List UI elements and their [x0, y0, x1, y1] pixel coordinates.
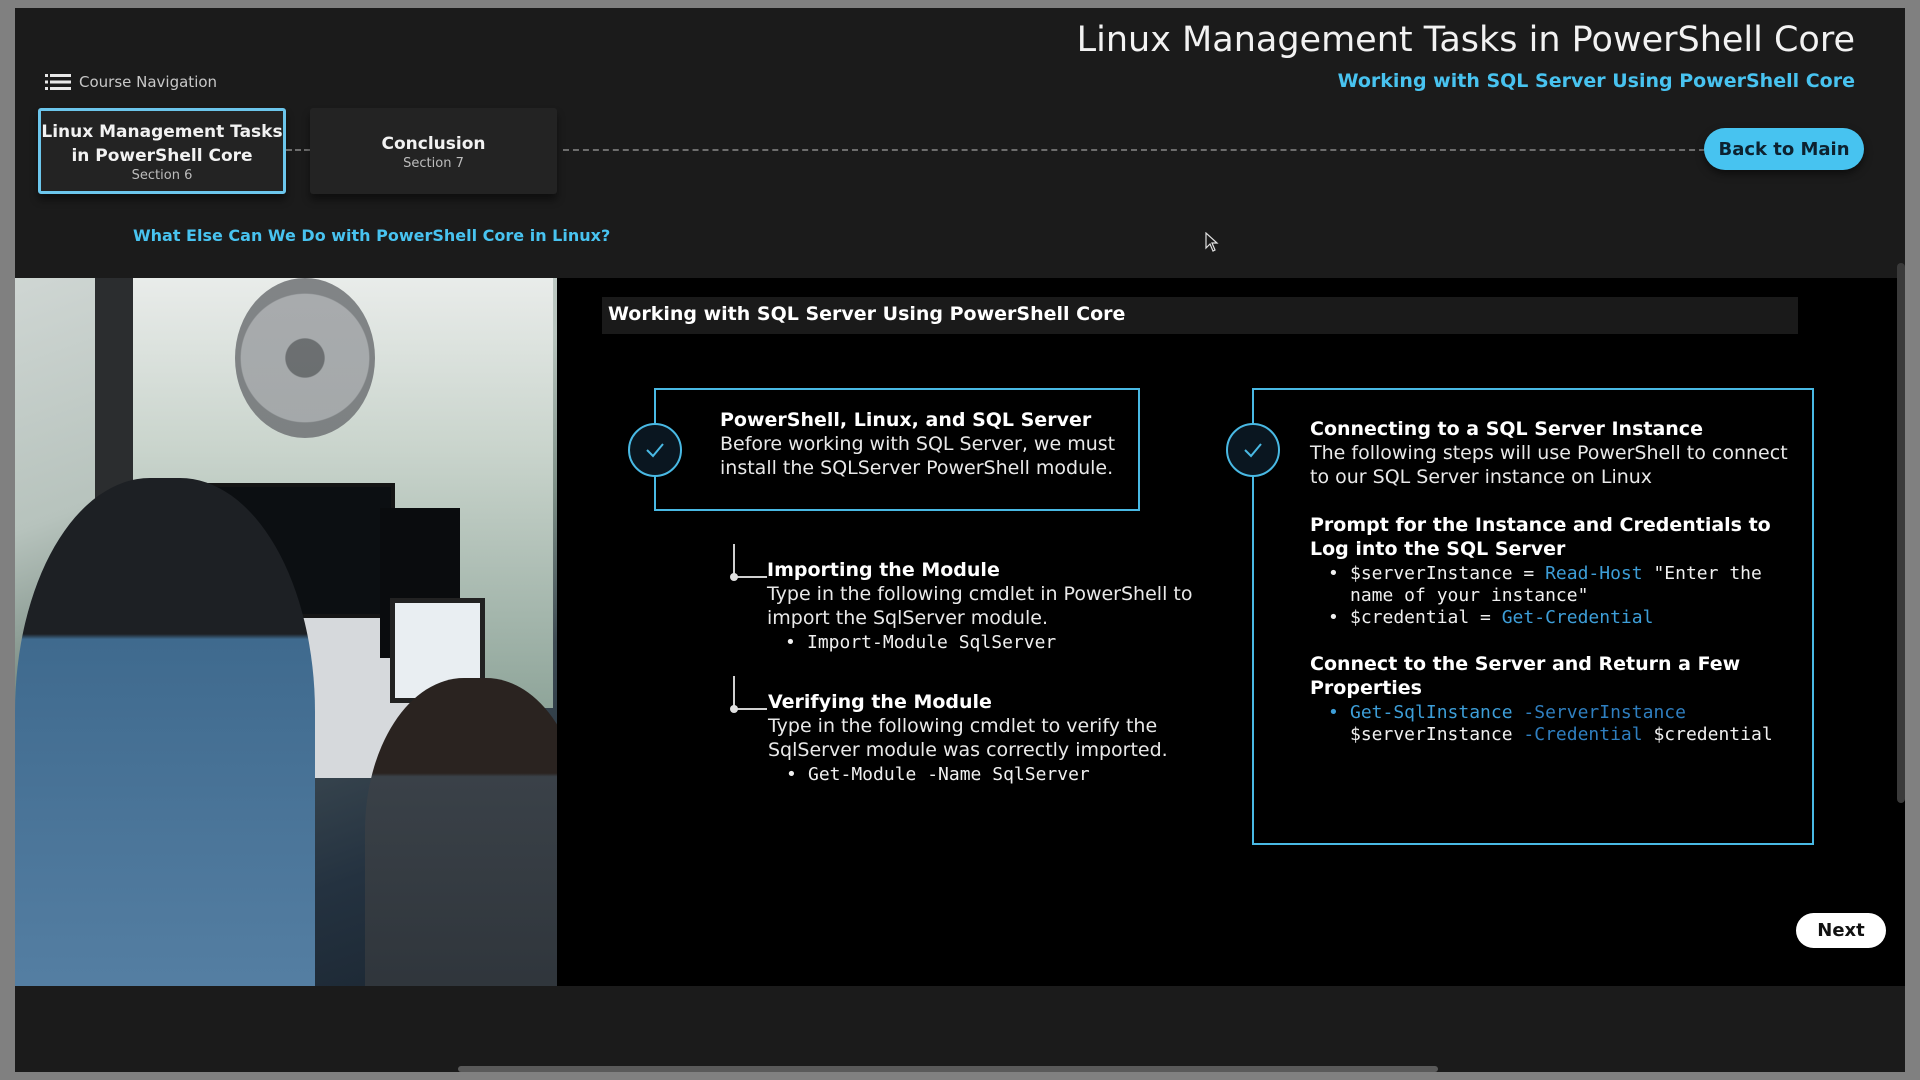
intro-text: PowerShell, Linux, and SQL Server Before…	[720, 408, 1120, 480]
step-code: Get-Module -Name SqlServer	[768, 764, 1208, 786]
connect-section: Connect to the Server and Return a Few P…	[1310, 652, 1800, 746]
horizontal-scrollbar[interactable]	[458, 1066, 1438, 1072]
step-importing: Importing the Module Type in the followi…	[767, 558, 1207, 654]
section-number: Section 7	[403, 155, 464, 171]
slide-title: Working with SQL Server Using PowerShell…	[602, 297, 1798, 334]
section-card-6[interactable]: Linux Management Tasks in PowerShell Cor…	[38, 108, 286, 194]
vertical-scrollbar[interactable]	[1897, 263, 1905, 803]
step-code: Import-Module SqlServer	[767, 632, 1207, 654]
section-card-7[interactable]: Conclusion Section 7	[310, 108, 557, 194]
connect-intro: Connecting to a SQL Server Instance The …	[1310, 417, 1800, 489]
slide-photo	[15, 278, 557, 986]
course-navigation-toggle[interactable]: Course Navigation	[45, 73, 217, 91]
step-heading: Verifying the Module	[768, 691, 992, 713]
course-title: Linux Management Tasks in PowerShell Cor…	[1076, 20, 1855, 60]
intro-heading: PowerShell, Linux, and SQL Server	[720, 409, 1092, 431]
step-verifying: Verifying the Module Type in the followi…	[768, 690, 1208, 786]
step-body: Type in the following cmdlet to verify t…	[768, 715, 1168, 761]
step-connector	[730, 676, 767, 713]
connect-body: The following steps will use PowerShell …	[1310, 442, 1788, 488]
connect-return-heading: Connect to the Server and Return a Few P…	[1310, 653, 1741, 699]
back-to-main-button[interactable]: Back to Main	[1704, 128, 1864, 170]
connect-heading: Connecting to a SQL Server Instance	[1310, 418, 1703, 440]
course-navigation-label: Course Navigation	[79, 73, 218, 91]
timeline-connector	[563, 149, 1715, 151]
cursor-icon	[1205, 232, 1219, 252]
prompt-section: Prompt for the Instance and Credentials …	[1310, 513, 1800, 629]
list-icon	[45, 74, 71, 90]
step-body: Type in the following cmdlet in PowerShe…	[767, 583, 1193, 629]
step-connector	[730, 544, 767, 581]
step-heading: Importing the Module	[767, 559, 1000, 581]
next-button[interactable]: Next	[1796, 913, 1886, 948]
prompt-code-line: $serverInstance = Read-Host "Enter the n…	[1310, 563, 1800, 607]
course-subtitle: Working with SQL Server Using PowerShell…	[1337, 70, 1855, 92]
slide-content: Working with SQL Server Using PowerShell…	[15, 278, 1905, 986]
section-number: Section 6	[131, 167, 193, 183]
prompt-code-line: $credential = Get-Credential	[1310, 607, 1800, 629]
timeline-connector	[286, 149, 310, 151]
sub-topic-link[interactable]: What Else Can We Do with PowerShell Core…	[133, 226, 610, 245]
prompt-heading: Prompt for the Instance and Credentials …	[1310, 514, 1771, 560]
app-frame: Linux Management Tasks in PowerShell Cor…	[15, 8, 1905, 1072]
connect-code-line: Get-SqlInstance -ServerInstance $serverI…	[1310, 702, 1800, 746]
intro-body: Before working with SQL Server, we must …	[720, 433, 1116, 479]
section-title: Linux Management Tasks in PowerShell Cor…	[41, 121, 283, 166]
check-icon	[628, 423, 682, 477]
check-icon	[1226, 423, 1280, 477]
section-title: Conclusion	[381, 133, 486, 154]
